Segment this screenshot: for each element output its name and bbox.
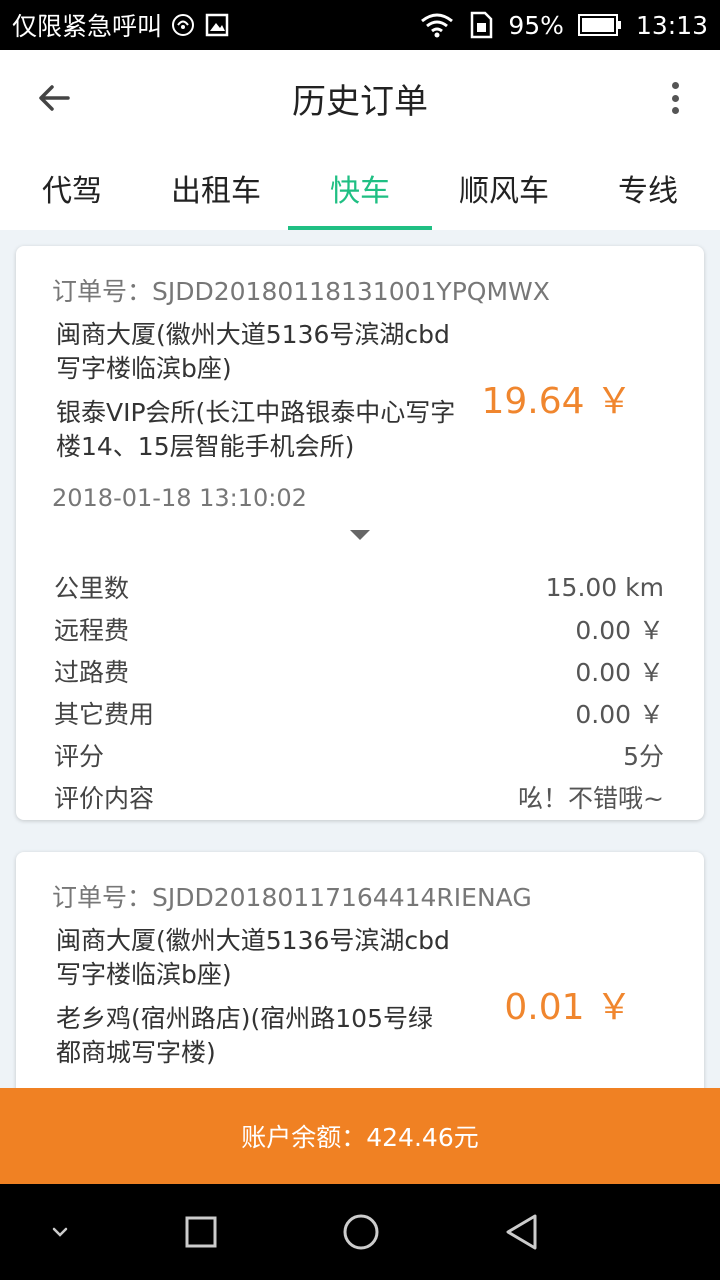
detail-label: 评分 xyxy=(54,742,105,771)
order-list[interactable]: 订单号：SJDD20180118131001YPQMWX 闽商大厦(徽州大道51… xyxy=(0,230,720,1088)
detail-value: 15.00 km xyxy=(545,572,664,602)
detail-label: 远程费 xyxy=(54,616,130,645)
tab-bar: 代驾 出租车 快车 顺风车 专线 xyxy=(0,146,720,230)
order-price: 0.01 ￥ xyxy=(504,987,632,1028)
order-number: 订单号：SJDD20180117164414RIENAG xyxy=(52,883,532,912)
detail-row: 其它费用 0.00 ￥ xyxy=(54,692,664,734)
detail-row: 评分 5分 xyxy=(54,734,664,776)
carrier-text: 仅限紧急呼叫 xyxy=(12,12,163,41)
status-bar: 仅限紧急呼叫 95% 13:13 xyxy=(0,0,720,50)
detail-row: 公里数 15.00 km xyxy=(54,566,664,608)
battery-icon xyxy=(577,13,622,37)
back-triangle-icon[interactable] xyxy=(497,1208,545,1256)
order-price: 19.64 ￥ xyxy=(481,381,632,422)
detail-value: 0.00 ￥ xyxy=(575,658,664,687)
order-card[interactable]: 订单号：SJDD20180118131001YPQMWX 闽商大厦(徽州大道51… xyxy=(16,246,704,820)
order-time: 2018-01-18 13:10:02 xyxy=(52,484,307,512)
tab-daijia[interactable]: 代驾 xyxy=(0,146,144,230)
account-balance-bar[interactable]: 账户余额：424.46元 xyxy=(0,1088,720,1184)
page-title: 历史订单 xyxy=(292,81,428,122)
detail-value: 5分 xyxy=(623,742,664,771)
order-from-address: 闽商大厦(徽州大道5136号滨湖cbd写字楼临滨b座) xyxy=(56,320,450,383)
detail-label: 其它费用 xyxy=(54,700,155,729)
recents-square-icon[interactable] xyxy=(177,1208,225,1256)
more-vertical-icon[interactable] xyxy=(660,78,690,118)
detail-value: 0.00 ￥ xyxy=(575,700,664,729)
battery-percent: 95% xyxy=(508,10,564,40)
detail-row: 远程费 0.00 ￥ xyxy=(54,608,664,650)
clock-time: 13:13 xyxy=(635,10,708,40)
order-details: 公里数 15.00 km 远程费 0.00 ￥ 过路费 0.00 ￥ 其它费用 0.00… xyxy=(54,566,664,818)
tab-taxi[interactable]: 出租车 xyxy=(144,146,288,230)
detail-label: 过路费 xyxy=(54,658,130,687)
order-number: 订单号：SJDD20180118131001YPQMWX xyxy=(52,277,550,306)
order-card[interactable]: 订单号：SJDD20180117164414RIENAG 闽商大厦(徽州大道51… xyxy=(16,852,704,1088)
detail-label: 评价内容 xyxy=(54,784,155,813)
sim-icon xyxy=(468,11,494,39)
arrow-left-icon[interactable] xyxy=(34,78,74,118)
wifi-icon xyxy=(420,12,454,38)
home-circle-icon[interactable] xyxy=(337,1208,385,1256)
account-balance-text: 账户余额：424.46元 xyxy=(241,1123,479,1152)
nfc-icon xyxy=(170,12,196,38)
chevron-down-icon[interactable] xyxy=(36,1208,84,1256)
detail-label: 公里数 xyxy=(54,574,130,603)
app-bar: 历史订单 xyxy=(0,50,720,146)
image-icon xyxy=(204,12,230,38)
system-nav-bar xyxy=(0,1184,720,1280)
detail-value: 吆！不错哦~ xyxy=(518,784,664,813)
order-to-address: 银泰VIP会所(长江中路银泰中心写字楼14、15层智能手机会所) xyxy=(56,398,456,461)
tab-express[interactable]: 快车 xyxy=(288,146,432,230)
order-to-address: 老乡鸡(宿州路店)(宿州路105号绿都商城写字楼) xyxy=(56,1004,433,1067)
detail-row: 评价内容 吆！不错哦~ xyxy=(54,776,664,818)
detail-value: 0.00 ￥ xyxy=(575,616,664,645)
order-from-address: 闽商大厦(徽州大道5136号滨湖cbd写字楼临滨b座) xyxy=(56,926,450,989)
tab-carpool[interactable]: 顺风车 xyxy=(432,146,576,230)
caret-down-icon[interactable] xyxy=(350,530,370,540)
detail-row: 过路费 0.00 ￥ xyxy=(54,650,664,692)
tab-special-line[interactable]: 专线 xyxy=(576,146,720,230)
